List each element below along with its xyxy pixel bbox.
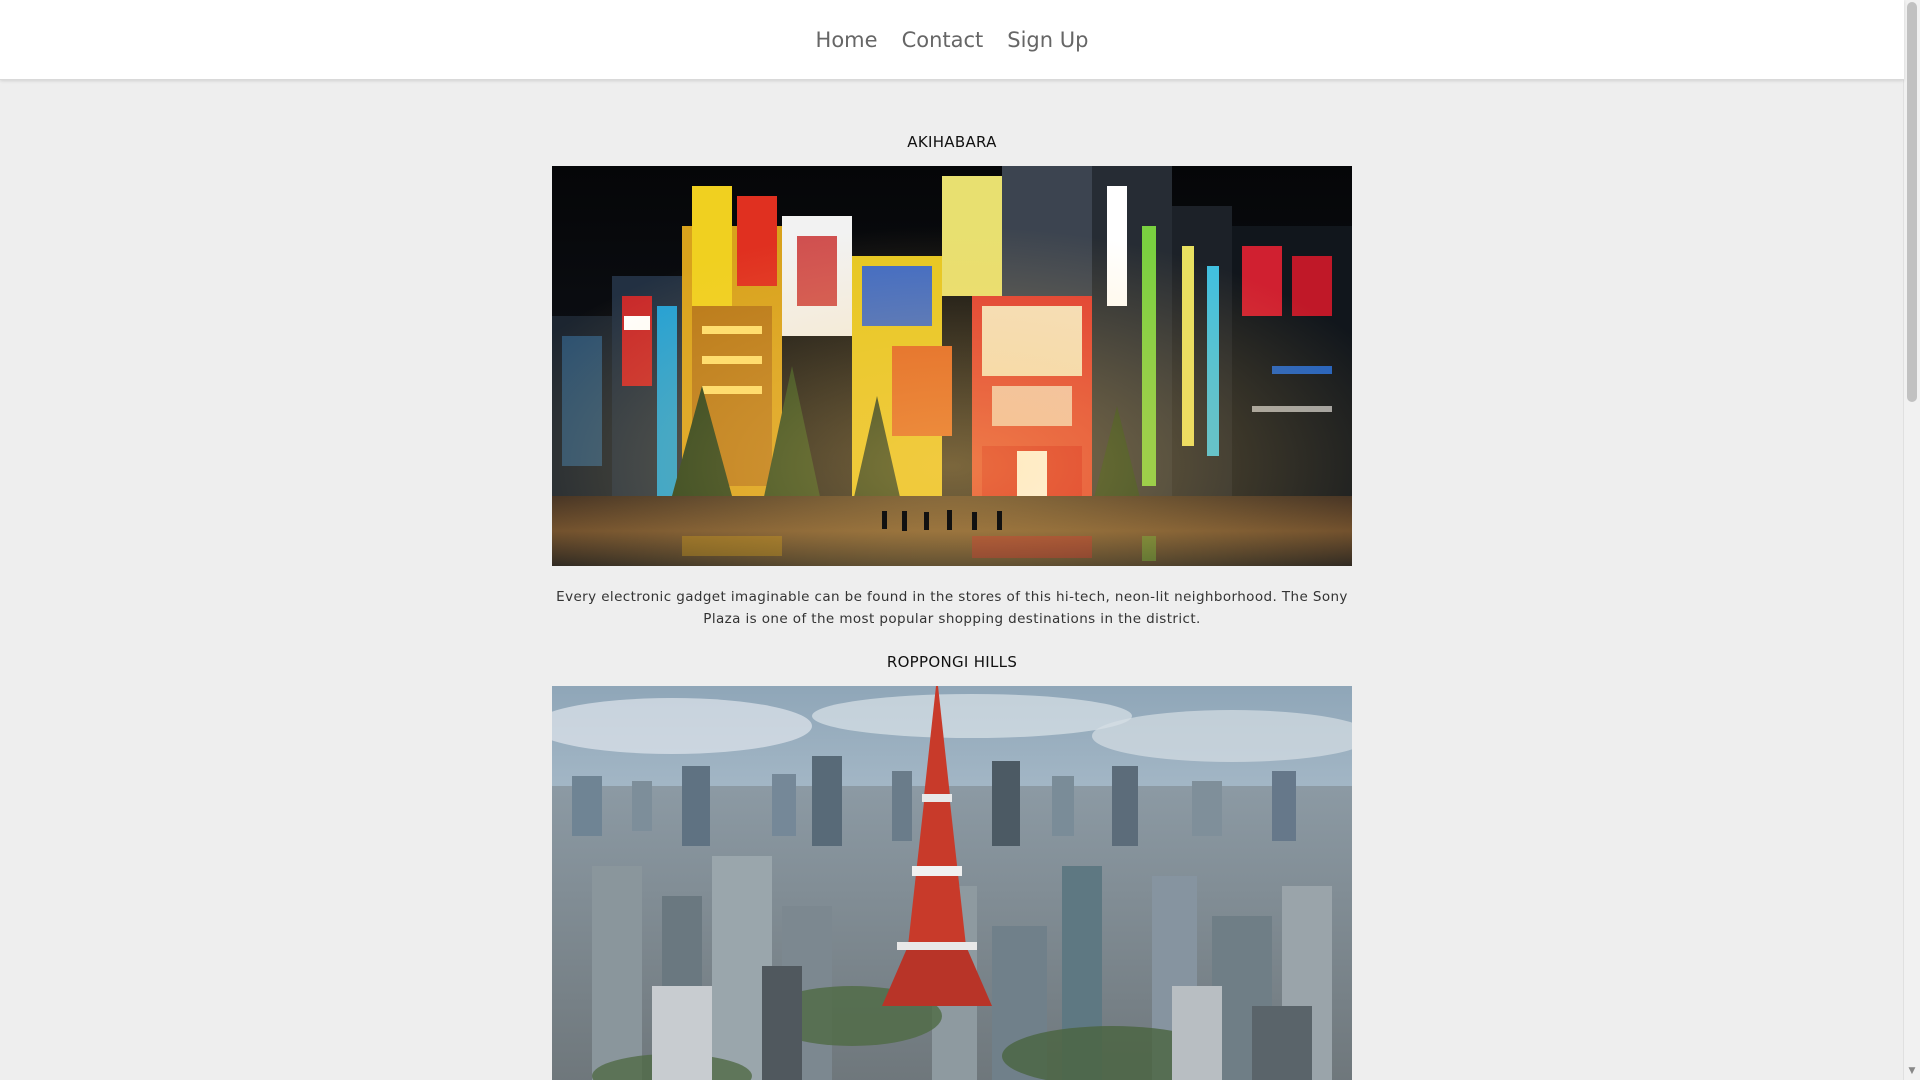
section-title: AKIHABARA xyxy=(907,133,997,151)
section-roppongi-hills: ROPPONGI HILLS xyxy=(552,648,1352,1080)
nav-contact-link[interactable]: Contact xyxy=(902,28,984,52)
page: Home Contact Sign Up AKIHABARA Every ele… xyxy=(0,0,1920,1080)
section-description: Every electronic gadget imaginable can b… xyxy=(556,589,1348,627)
top-navbar: Home Contact Sign Up xyxy=(0,0,1904,80)
roppongi-hills-photo xyxy=(552,686,1352,1080)
scrollbar-thumb[interactable] xyxy=(1907,2,1917,402)
nav-signup-link[interactable]: Sign Up xyxy=(1007,28,1088,52)
scroll-down-arrow-icon[interactable]: ▼ xyxy=(1904,1064,1920,1078)
section-akihabara: AKIHABARA Every electronic gadget imagin… xyxy=(552,128,1352,630)
nav-home-link[interactable]: Home xyxy=(816,28,878,52)
akihabara-photo xyxy=(552,166,1352,566)
main-content: AKIHABARA Every electronic gadget imagin… xyxy=(0,80,1904,1080)
vertical-scrollbar[interactable]: ▼ xyxy=(1903,0,1920,1080)
section-title: ROPPONGI HILLS xyxy=(886,653,1018,671)
